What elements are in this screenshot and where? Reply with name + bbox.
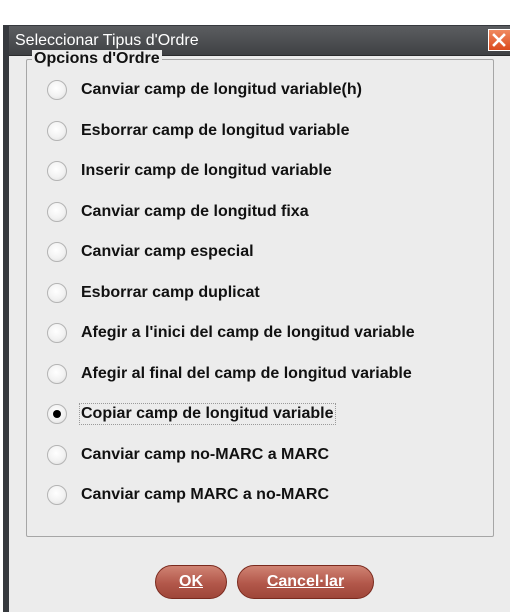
close-icon <box>492 33 506 47</box>
option-prepend-variable-field[interactable]: Afegir a l'inici del camp de longitud va… <box>47 320 416 346</box>
option-label: Copiar camp de longitud variable <box>79 403 336 425</box>
option-change-special-field[interactable]: Canviar camp especial <box>47 239 255 265</box>
option-label: Esborrar camp duplicat <box>81 284 260 301</box>
option-label: Esborrar camp de longitud variable <box>81 122 350 139</box>
radio-button[interactable] <box>47 80 67 100</box>
option-delete-variable-field[interactable]: Esborrar camp de longitud variable <box>47 118 351 144</box>
ok-button[interactable]: OK <box>155 565 227 599</box>
option-label: Inserir camp de longitud variable <box>81 162 332 179</box>
dialog-title: Seleccionar Tipus d'Ordre <box>15 32 199 49</box>
option-non-marc-to-marc[interactable]: Canviar camp no-MARC a MARC <box>47 442 330 468</box>
cancel-button[interactable]: Cancel·lar <box>237 565 374 599</box>
option-copy-variable-field[interactable]: Copiar camp de longitud variable <box>47 401 336 427</box>
radio-button[interactable] <box>47 242 67 262</box>
radio-button[interactable] <box>47 445 67 465</box>
option-change-variable-field[interactable]: Canviar camp de longitud variable(h) <box>47 77 363 103</box>
option-label: Afegir al final del camp de longitud var… <box>81 365 412 382</box>
options-group: Opcions d'Ordre Canviar camp de longitud… <box>26 50 494 537</box>
option-marc-to-non-marc[interactable]: Canviar camp MARC a no-MARC <box>47 482 330 508</box>
radio-button[interactable] <box>47 121 67 141</box>
option-change-fixed-field[interactable]: Canviar camp de longitud fixa <box>47 199 310 225</box>
radio-button[interactable] <box>47 404 67 424</box>
radio-dot <box>53 410 61 418</box>
group-legend: Opcions d'Ordre <box>32 50 162 68</box>
option-label: Canviar camp de longitud fixa <box>81 203 309 220</box>
radio-button[interactable] <box>47 283 67 303</box>
radio-button[interactable] <box>47 202 67 222</box>
option-delete-duplicate-field[interactable]: Esborrar camp duplicat <box>47 280 261 306</box>
close-button[interactable] <box>488 29 510 51</box>
radio-button[interactable] <box>47 364 67 384</box>
option-insert-variable-field[interactable]: Inserir camp de longitud variable <box>47 158 333 184</box>
option-append-variable-field[interactable]: Afegir al final del camp de longitud var… <box>47 361 413 387</box>
radio-button[interactable] <box>47 485 67 505</box>
option-label: Afegir a l'inici del camp de longitud va… <box>81 324 415 341</box>
option-label: Canviar camp especial <box>81 243 254 260</box>
radio-button[interactable] <box>47 323 67 343</box>
option-label: Canviar camp de longitud variable(h) <box>81 81 362 98</box>
option-label: Canviar camp MARC a no-MARC <box>81 486 330 503</box>
radio-button[interactable] <box>47 161 67 181</box>
option-label: Canviar camp no-MARC a MARC <box>81 446 330 463</box>
